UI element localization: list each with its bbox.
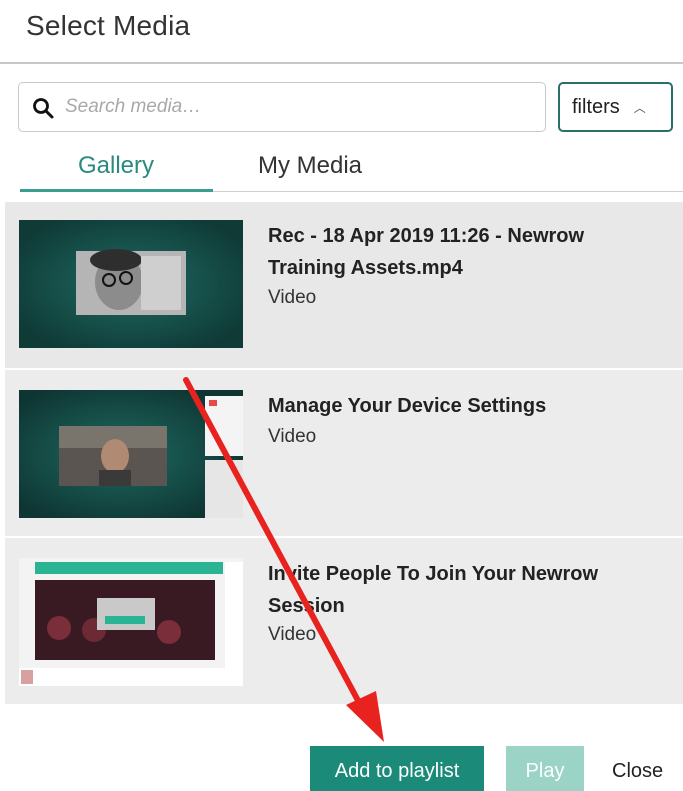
media-type: Video xyxy=(268,287,317,308)
tab-my-media[interactable]: My Media xyxy=(258,152,362,180)
search-icon xyxy=(33,98,54,119)
play-button[interactable]: Play xyxy=(506,746,584,791)
search-box[interactable] xyxy=(18,82,546,132)
tab-gallery[interactable]: Gallery xyxy=(78,152,154,180)
search-input[interactable] xyxy=(65,91,535,123)
filters-label: filters xyxy=(572,95,620,118)
media-tabs: Gallery My Media xyxy=(20,148,683,192)
media-title: Invite People To Join Your Newrow Sessio… xyxy=(268,563,599,617)
active-tab-indicator xyxy=(20,189,213,192)
media-item[interactable]: Invite People To Join Your Newrow Sessio… xyxy=(5,538,683,706)
dialog-footer: Add to playlist Play Close xyxy=(0,708,683,791)
media-item[interactable]: Rec - 18 Apr 2019 11:26 - Newrow Trainin… xyxy=(5,202,683,370)
filters-button[interactable]: filters ︿ xyxy=(558,82,673,132)
dialog-header: Select Media xyxy=(0,0,683,64)
chevron-up-icon: ︿ xyxy=(633,100,646,115)
media-title: Rec - 18 Apr 2019 11:26 - Newrow Trainin… xyxy=(268,225,585,279)
dialog-title: Select Media xyxy=(26,10,191,41)
media-type: Video xyxy=(268,624,317,645)
media-list: Rec - 18 Apr 2019 11:26 - Newrow Trainin… xyxy=(5,202,683,706)
media-type: Video xyxy=(268,426,317,447)
video-thumbnail xyxy=(19,558,243,686)
close-button[interactable]: Close xyxy=(612,760,663,783)
media-title: Manage Your Device Settings xyxy=(268,395,547,417)
add-to-playlist-button[interactable]: Add to playlist xyxy=(310,746,484,791)
video-thumbnail xyxy=(19,220,243,348)
media-item[interactable]: Manage Your Device Settings Video xyxy=(5,370,683,538)
video-thumbnail xyxy=(19,390,243,518)
